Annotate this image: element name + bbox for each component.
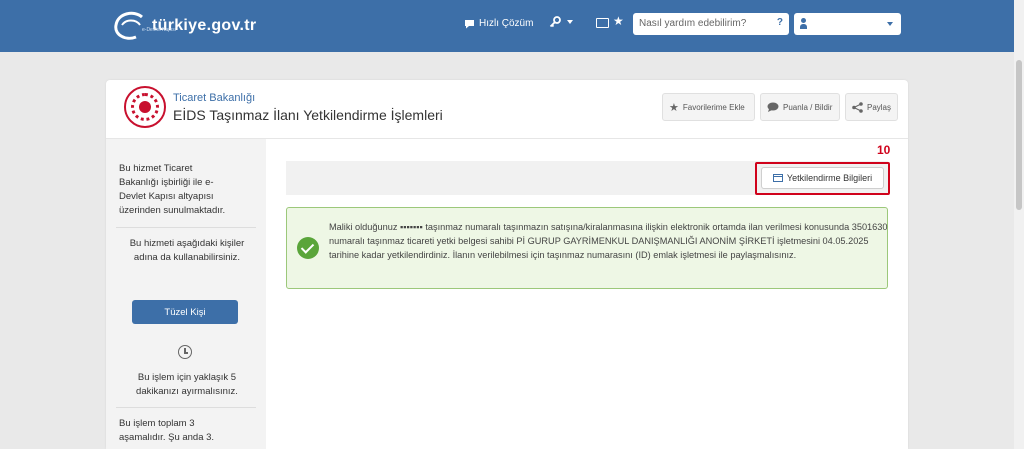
ministry-name[interactable]: Ticaret Bakanlığı	[173, 92, 255, 104]
check-circle-icon	[297, 237, 319, 259]
service-info-text: Bu hizmet Ticaret Bakanlığı işbirliği il…	[119, 163, 226, 216]
add-favorite-label: Favorilerime Ekle	[682, 102, 745, 112]
logo-subtitle: e-Devlet Kapısı	[142, 27, 177, 33]
star-icon[interactable]: ★	[613, 14, 624, 28]
ministry-seal-icon	[124, 86, 166, 128]
legal-entity-button[interactable]: Tüzel Kişi	[132, 300, 238, 324]
id-card-icon[interactable]	[596, 18, 609, 28]
share-button[interactable]: Paylaş	[845, 93, 898, 121]
quick-solution-label: Hızlı Çözüm	[479, 18, 534, 29]
authorization-info-label: Yetkilendirme Bilgileri	[786, 173, 873, 183]
user-menu[interactable]	[794, 13, 901, 35]
sidebar-divider	[116, 407, 256, 408]
user-icon	[800, 18, 807, 29]
share-label: Paylaş	[866, 102, 891, 112]
service-header: Ticaret Bakanlığı EİDS Taşınmaz İlanı Ye…	[106, 80, 908, 139]
chevron-down-icon[interactable]	[567, 20, 573, 24]
quick-solution-link[interactable]: Hızlı Çözüm	[464, 18, 533, 29]
success-message: Maliki olduğunuz ▪▪▪▪▪▪▪ taşınmaz numara…	[329, 222, 888, 260]
search-box[interactable]: ?	[633, 13, 789, 35]
duration-text: Bu işlem için yaklaşık 5 dakikanızı ayır…	[136, 372, 238, 397]
page-title: EİDS Taşınmaz İlanı Yetkilendirme İşleml…	[173, 107, 443, 123]
site-logo[interactable]: türkiye.gov.tr	[112, 10, 256, 42]
scrollbar-thumb[interactable]	[1016, 60, 1022, 210]
search-help-icon[interactable]: ?	[777, 17, 783, 28]
authorization-info-button[interactable]: Yetkilendirme Bilgileri	[761, 167, 884, 189]
add-favorite-button[interactable]: ★ Favorilerime Ekle	[662, 93, 755, 121]
chevron-down-icon	[887, 22, 893, 26]
success-alert: Maliki olduğunuz ▪▪▪▪▪▪▪ taşınmaz numara…	[286, 207, 888, 289]
key-icon[interactable]	[549, 16, 561, 31]
page-scrollbar[interactable]	[1014, 0, 1024, 449]
share-icon	[852, 101, 863, 113]
service-card: Ticaret Bakanlığı EİDS Taşınmaz İlanı Ye…	[106, 80, 908, 449]
calendar-icon	[772, 174, 783, 182]
clock-icon	[178, 345, 192, 359]
star-icon: ★	[669, 101, 679, 114]
rate-button[interactable]: Puanla / Bildir	[760, 93, 840, 121]
chat-icon	[465, 19, 474, 28]
rate-label: Puanla / Bildir	[783, 102, 833, 112]
search-input[interactable]	[633, 13, 775, 34]
top-header: türkiye.gov.tr e-Devlet Kapısı Hızlı Çöz…	[0, 0, 1014, 52]
comment-icon	[767, 102, 779, 112]
step-number-annotation: 10	[877, 143, 891, 157]
service-sidebar: Bu hizmet Ticaret Bakanlığı işbirliği il…	[106, 139, 266, 449]
sidebar-divider	[116, 227, 256, 228]
steps-text: Bu işlem toplam 3 aşamalıdır. Şu anda 3.	[119, 418, 215, 443]
proxy-info-text: Bu hizmeti aşağıdaki kişiler adına da ku…	[129, 238, 245, 263]
logo-swoosh-icon	[114, 11, 143, 40]
